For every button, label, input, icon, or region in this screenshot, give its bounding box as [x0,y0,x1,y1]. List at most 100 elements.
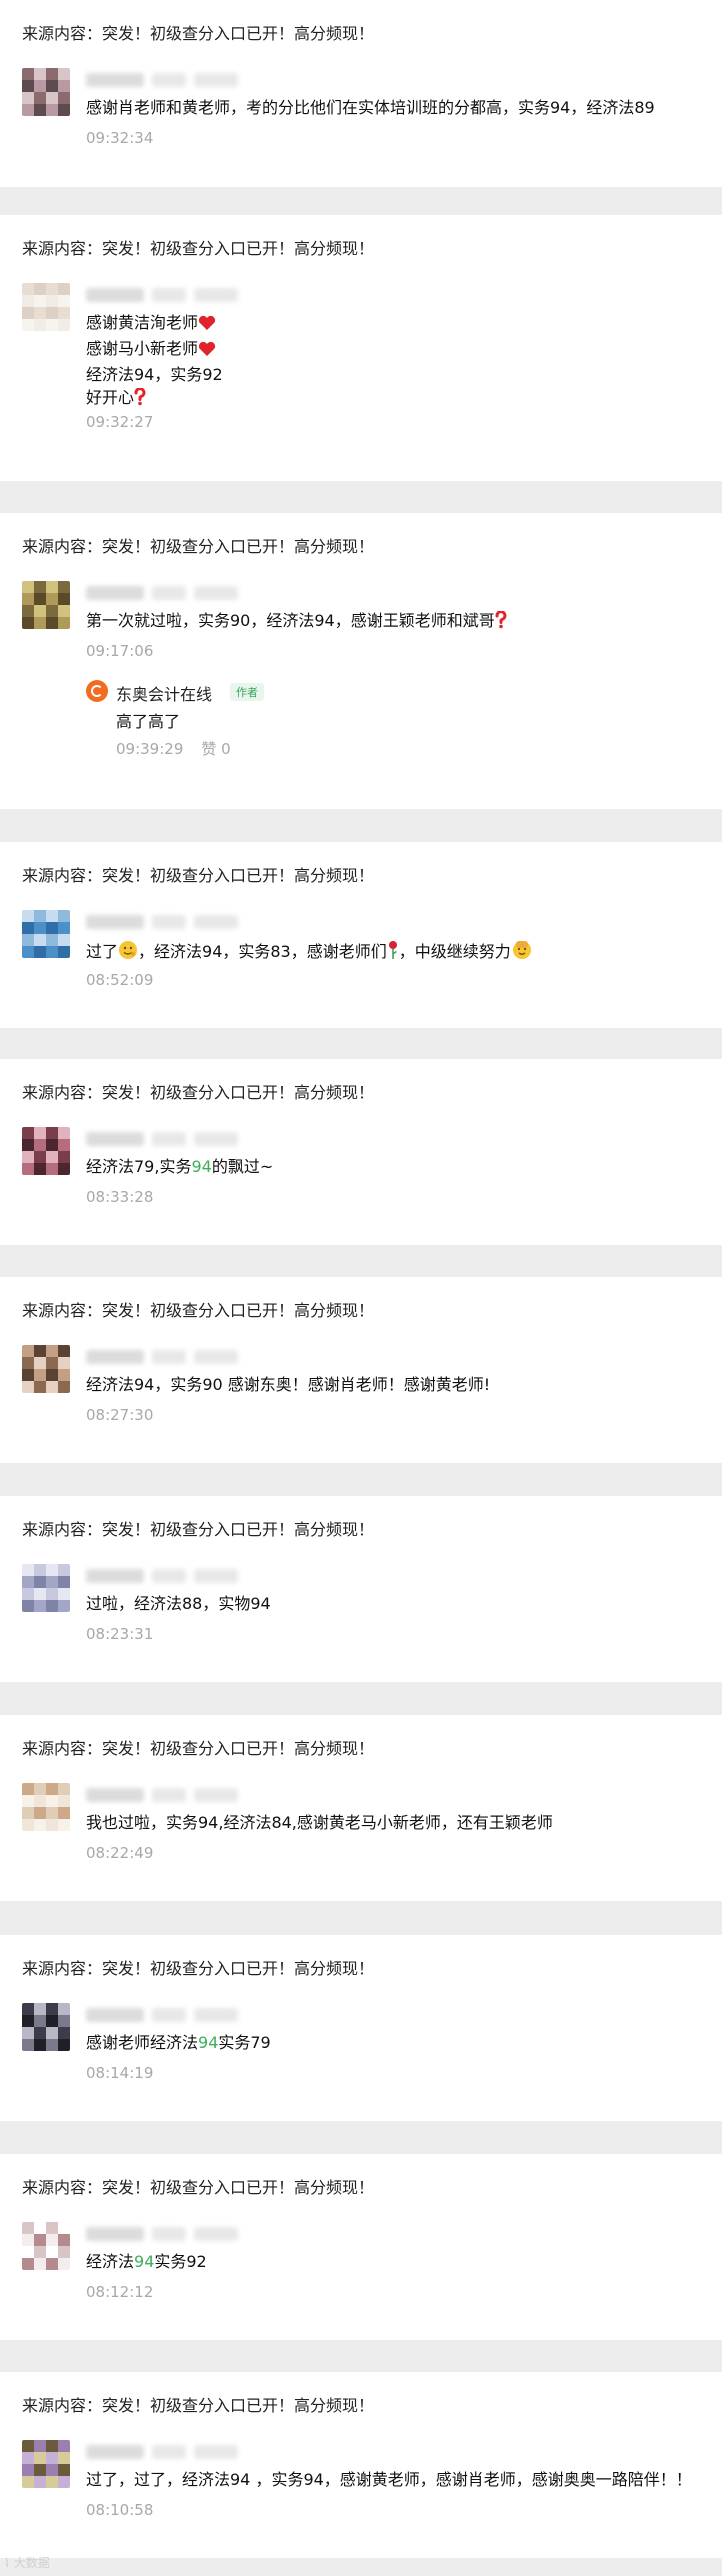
avatar[interactable] [22,1127,70,1175]
avatar[interactable] [22,2440,70,2488]
text-segment: 的飘过~ [211,1157,274,1176]
text-segment: 我也过啦，实务94,经济法84,感谢黄老马小新老师，还有王颖老师 [86,1813,553,1832]
source-label: 来源内容：突发！初级查分入口已开！高分频现！ [22,1739,375,1758]
redacted-block [152,1132,186,1146]
comment-line: 感谢黄洁洵老师 [86,311,223,337]
redacted-block [194,2008,238,2022]
comment-card: 来源内容：突发！初级查分入口已开！高分频现！ 经济法94，实务90 感谢东奥！感谢… [0,1277,722,1463]
comment-text: 经济法94，实务90 感谢东奥！感谢肖老师！感谢黄老师! [86,1373,490,1396]
redacted-block [86,73,144,87]
redacted-block [86,2445,144,2459]
text-segment: 感谢黄洁洵老师 [86,313,199,332]
author-badge: 作者 [230,683,264,701]
comment-time: 08:12:12 [86,2283,154,2301]
reply-time: 09:39:29 [116,740,184,758]
avatar[interactable] [22,2222,70,2270]
comment-text: 我也过啦，实务94,经济法84,感谢黄老马小新老师，还有王颖老师 [86,1811,553,1834]
redacted-block [86,2008,144,2022]
comment-text: 感谢黄洁洵老师 感谢马小新老师 经济法94，实务92 好开心 [86,311,223,412]
redacted-block [152,2445,186,2459]
redacted-block [86,1132,144,1146]
comment-card: 来源内容：突发！初级查分入口已开！高分频现！ 感谢黄洁洵老师 感谢马小新老师 经济法9… [0,215,722,481]
avatar[interactable] [22,1564,70,1612]
redacted-block [152,1788,186,1802]
nickname-blurred [86,2226,238,2242]
comment-line: 好开心 [86,386,223,412]
nickname-blurred [86,72,238,88]
redacted-block [152,1350,186,1364]
comment-card: 来源内容：突发！初级查分入口已开！高分频现！ 感谢肖老师和黄老师，考的分比他们在实… [0,0,722,187]
comment-time: 08:10:58 [86,2501,154,2519]
like-button[interactable]: 赞 0 [201,740,230,758]
nickname-blurred [86,585,238,601]
source-label: 来源内容：突发！初级查分入口已开！高分频现！ [22,1083,375,1102]
nickname-blurred [86,2007,238,2023]
watermark: ⌇ 大数据 [4,2554,50,2571]
redacted-block [86,915,144,929]
comment-card: 来源内容：突发！初级查分入口已开！高分频现！ 感谢老师经济法94实务79 08:14… [0,1935,722,2121]
redacted-block [86,2227,144,2241]
text-segment: 经济法 [86,2252,135,2271]
text-segment: 经济法94，实务90 感谢东奥！感谢肖老师！感谢黄老师! [86,1375,491,1394]
source-label: 来源内容：突发！初级查分入口已开！高分频现！ [22,537,375,556]
face-icon [118,940,138,966]
comment-time: 08:52:09 [86,971,154,989]
reply-text: 高了高了 [116,712,181,731]
heart-icon [198,340,216,363]
comment-text: 过了，过了，经济法94 ，实务94，感谢黄老师，感谢肖老师，感谢奥奥一路陪伴！！ [86,2468,692,2491]
avatar[interactable] [22,2003,70,2051]
comment-card: 来源内容：突发！初级查分入口已开！高分频现！ 我也过啦，实务94,经济法84,感谢… [0,1715,722,1901]
redacted-block [86,1788,144,1802]
comment-text: 经济法79,实务94的飘过~ [86,1155,273,1178]
comment-time: 08:23:31 [86,1625,154,1643]
avatar[interactable] [22,1345,70,1393]
source-label: 来源内容：突发！初级查分入口已开！高分频现！ [22,24,375,43]
text-segment: 好开心 [86,388,135,407]
avatar[interactable] [22,1783,70,1831]
text-segment: 经济法79,实务 [86,1157,192,1176]
avatar[interactable] [22,910,70,958]
nickname-blurred [86,287,238,303]
comment-card: 来源内容：突发！初级查分入口已开！高分频现！ 经济法79,实务94的飘过~ 08:3… [0,1059,722,1245]
comment-line: 经济法94实务92 [86,2250,207,2273]
source-label: 来源内容：突发！初级查分入口已开！高分频现！ [22,2396,375,2415]
nickname-blurred [86,1131,238,1147]
nickname-blurred [86,1568,238,1584]
text-segment: 感谢马小新老师 [86,339,199,358]
redacted-block [194,1569,238,1583]
fist-icon [511,938,533,966]
reply-author[interactable]: 东奥会计在线 [116,681,212,705]
text-segment: 过了 [86,942,119,961]
redacted-block [152,2008,186,2022]
redacted-block [194,2445,238,2459]
redacted-block [86,288,144,302]
comment-line: 过了 ，经济法94，实务83，感谢老师们 ，中级继续努力 [86,938,533,966]
text-segment: 过了，过了，经济法94 ，实务94，感谢黄老师，感谢肖老师，感谢奥奥一路陪伴！！ [86,2470,692,2489]
text-segment: ，经济法94，实务83，感谢老师们 [138,942,387,961]
text-segment: 实务79 [218,2033,271,2052]
avatar[interactable] [22,283,70,331]
text-segment: 实务92 [154,2252,207,2271]
source-label: 来源内容：突发！初级查分入口已开！高分频现！ [22,1959,375,1978]
nickname-blurred [86,914,238,930]
comment-line: 我也过啦，实务94,经济法84,感谢黄老马小新老师，还有王颖老师 [86,1811,553,1834]
reply-meta: 09:39:29 赞 0 [116,738,249,759]
comment-line: 过了，过了，经济法94 ，实务94，感谢黄老师，感谢肖老师，感谢奥奥一路陪伴！！ [86,2468,692,2491]
comment-card: 来源内容：突发！初级查分入口已开！高分频现！ 第一次就过啦，实务90，经济法94，… [0,513,722,809]
highlighted-score: 94 [198,2033,219,2052]
comment-line: 感谢肖老师和黄老师，考的分比他们在实体培训班的分都高，实务94，经济法89 [86,96,655,119]
comment-line: 经济法94，实务90 感谢东奥！感谢肖老师！感谢黄老师! [86,1373,490,1396]
comment-line: 过啦，经济法88，实物94 [86,1592,271,1615]
comment-line: 感谢马小新老师 [86,337,223,363]
avatar[interactable] [22,68,70,116]
comment-time: 08:27:30 [86,1406,154,1424]
redacted-block [152,586,186,600]
watermark-text: 大数据 [13,2556,50,2570]
redacted-block [152,1569,186,1583]
source-label: 来源内容：突发！初级查分入口已开！高分频现！ [22,1520,375,1539]
redacted-block [86,1569,144,1583]
comment-card: 来源内容：突发！初级查分入口已开！高分频现！ 过啦，经济法88，实物94 08:23… [0,1496,722,1682]
avatar[interactable] [22,581,70,629]
comment-text: 感谢肖老师和黄老师，考的分比他们在实体培训班的分都高，实务94，经济法89 [86,96,655,119]
comment-line: 感谢老师经济法94实务79 [86,2031,271,2054]
